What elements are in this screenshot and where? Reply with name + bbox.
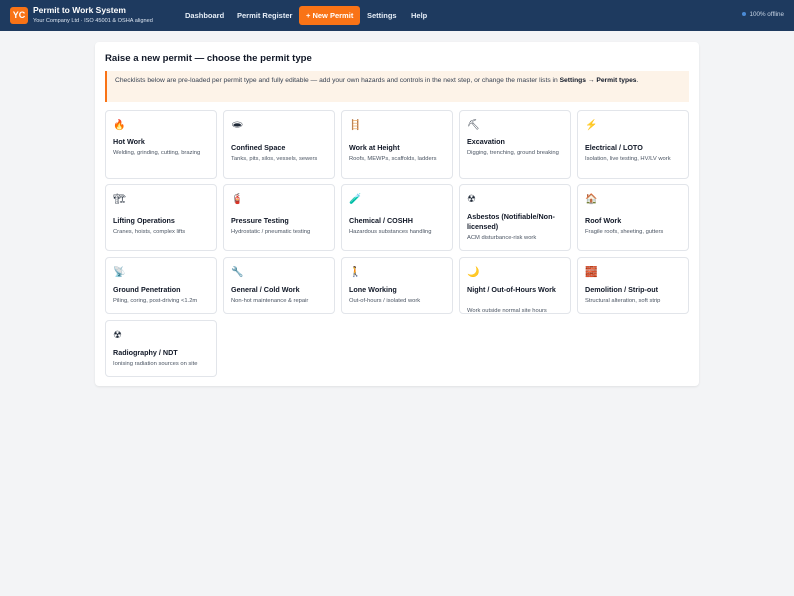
permit-type-name: Ground Penetration bbox=[113, 285, 181, 294]
permit-type-card-confined-space[interactable]: 🕳 Confined Space Tanks, pits, silos, vesse… bbox=[223, 110, 335, 179]
permit-type-name: Confined Space bbox=[231, 143, 286, 152]
notice-end: . bbox=[636, 77, 639, 84]
permit-type-card-lone-working[interactable]: 🚶 Lone Working Out-of-hours / isolated wor… bbox=[341, 257, 453, 314]
permit-type-card-electrical-loto[interactable]: ⚡ Electrical / LOTO Isolation, live testin… bbox=[577, 110, 689, 179]
hole-icon: 🕳 bbox=[231, 120, 244, 131]
pick-icon: ⛏ bbox=[467, 120, 480, 131]
permit-type-description: Out-of-hours / isolated work bbox=[349, 298, 421, 304]
permit-type-card-excavation[interactable]: ⛏ Excavation Digging, trenching, ground br… bbox=[459, 110, 571, 179]
permit-type-name: Work at Height bbox=[349, 143, 400, 152]
radiation-icon: ☢ bbox=[467, 194, 476, 205]
nav-help[interactable]: Help bbox=[411, 6, 427, 25]
permit-type-name: Asbestos (Notifiable/Non-licensed) bbox=[467, 212, 555, 231]
permit-type-card-work-at-height[interactable]: 🪜 Work at Height Roofs, MEWPs, scaffolds, … bbox=[341, 110, 453, 179]
permit-type-card-lifting-operations[interactable]: 🏗 Lifting Operations Cranes, hoists, compl… bbox=[105, 184, 217, 251]
offline-status-label: 100% offline bbox=[749, 11, 784, 18]
nav-dashboard[interactable]: Dashboard bbox=[185, 6, 224, 25]
permit-type-card-pressure-testing[interactable]: 🧯 Pressure Testing Hydrostatic / pneumatic… bbox=[223, 184, 335, 251]
notice-text: Checklists below are pre-loaded per perm… bbox=[115, 77, 560, 84]
wrench-icon: 🔧 bbox=[231, 267, 244, 278]
permit-type-description: Roofs, MEWPs, scaffolds, ladders bbox=[349, 156, 437, 162]
permit-type-card-asbestos[interactable]: ☢ Asbestos (Notifiable/Non-licensed) ACM d… bbox=[459, 184, 571, 251]
permit-type-card-roof-work[interactable]: 🏠 Roof Work Fragile roofs, sheeting, gutte… bbox=[577, 184, 689, 251]
walking-person-icon: 🚶 bbox=[349, 267, 362, 278]
permit-type-description: Welding, grinding, cutting, brazing bbox=[113, 150, 201, 156]
permit-type-name: General / Cold Work bbox=[231, 285, 300, 294]
permit-type-name: Lone Working bbox=[349, 285, 397, 294]
permit-type-name: Electrical / LOTO bbox=[585, 143, 643, 152]
nav-permit-register[interactable]: Permit Register bbox=[237, 6, 292, 25]
permit-type-card-chemical-coshh[interactable]: 🧪 Chemical / COSHH Hazardous substances ha… bbox=[341, 184, 453, 251]
permit-type-description: Isolation, live testing, HV/LV work bbox=[585, 156, 671, 162]
permit-type-name: Demolition / Strip-out bbox=[585, 285, 659, 294]
lightning-icon: ⚡ bbox=[585, 120, 598, 131]
permit-type-description: Work outside normal site hours bbox=[467, 308, 547, 314]
fire-icon: 🔥 bbox=[113, 120, 126, 131]
app-subtitle: Your Company Ltd · ISO 45001 & OSHA alig… bbox=[33, 18, 153, 24]
offline-status: 100% offline bbox=[742, 11, 784, 18]
company-logo: YC bbox=[10, 7, 28, 24]
permit-type-description: Hazardous substances handling bbox=[349, 229, 432, 235]
radiation-icon: ☢ bbox=[113, 330, 122, 341]
permit-type-description: Non-hot maintenance & repair bbox=[231, 298, 309, 304]
info-notice: Checklists below are pre-loaded per perm… bbox=[105, 71, 689, 102]
brick-icon: 🧱 bbox=[585, 267, 598, 278]
permit-type-panel: Raise a new permit — choose the permit t… bbox=[95, 42, 699, 386]
status-dot-icon bbox=[742, 12, 747, 17]
permit-type-name: Hot Work bbox=[113, 137, 145, 146]
permit-type-description: Piling, coring, post-driving <1.2m bbox=[113, 298, 198, 304]
permit-type-name: Pressure Testing bbox=[231, 216, 289, 225]
permit-type-card-demolition-strip-out[interactable]: 🧱 Demolition / Strip-out Structural altera… bbox=[577, 257, 689, 314]
moon-icon: 🌙 bbox=[467, 267, 480, 278]
permit-type-card-general-cold-work[interactable]: 🔧 General / Cold Work Non-hot maintenance … bbox=[223, 257, 335, 314]
permit-type-description: Structural alteration, soft strip bbox=[585, 298, 661, 304]
permit-type-description: Ionising radiation sources on site bbox=[113, 361, 198, 367]
ladder-icon: 🪜 bbox=[349, 120, 362, 131]
permit-type-description: Cranes, hoists, complex lifts bbox=[113, 229, 186, 235]
app-title: Permit to Work System bbox=[33, 5, 126, 15]
page-title: Raise a new permit — choose the permit t… bbox=[105, 53, 312, 64]
nav-settings[interactable]: Settings bbox=[367, 6, 397, 25]
crane-icon: 🏗 bbox=[113, 194, 126, 205]
permit-type-card-night-out-of-hours[interactable]: 🌙 Night / Out-of-Hours Work Work outside n… bbox=[459, 257, 571, 314]
test-tube-icon: 🧪 bbox=[349, 194, 362, 205]
permit-type-name: Excavation bbox=[467, 137, 505, 146]
permit-type-description: Tanks, pits, silos, vessels, sewers bbox=[231, 156, 318, 162]
permit-type-name: Lifting Operations bbox=[113, 216, 175, 225]
permit-type-name: Roof Work bbox=[585, 216, 622, 225]
permit-type-name: Night / Out-of-Hours Work bbox=[467, 285, 556, 294]
permit-type-name: Chemical / COSHH bbox=[349, 216, 413, 225]
satellite-icon: 📡 bbox=[113, 267, 126, 278]
extinguisher-icon: 🧯 bbox=[231, 194, 244, 205]
new-permit-button[interactable]: + New Permit bbox=[299, 6, 361, 25]
permit-type-description: Digging, trenching, ground breaking bbox=[467, 150, 559, 156]
permit-type-card-ground-penetration[interactable]: 📡 Ground Penetration Piling, coring, post-… bbox=[105, 257, 217, 314]
top-nav-bar: YC Permit to Work System Your Company Lt… bbox=[0, 0, 794, 31]
permit-type-description: Fragile roofs, sheeting, gutters bbox=[585, 229, 664, 235]
permit-type-card-hot-work[interactable]: 🔥 Hot Work Welding, grinding, cutting, bra… bbox=[105, 110, 217, 179]
permit-type-card-radiography-ndt[interactable]: ☢ Radiography / NDT Ionising radiation sou… bbox=[105, 320, 217, 377]
permit-type-description: ACM disturbance-risk work bbox=[467, 235, 537, 241]
settings-permit-types-link[interactable]: Settings → Permit types bbox=[560, 77, 637, 84]
permit-type-description: Hydrostatic / pneumatic testing bbox=[231, 229, 311, 235]
permit-type-name: Radiography / NDT bbox=[113, 348, 178, 357]
house-icon: 🏠 bbox=[585, 194, 598, 205]
